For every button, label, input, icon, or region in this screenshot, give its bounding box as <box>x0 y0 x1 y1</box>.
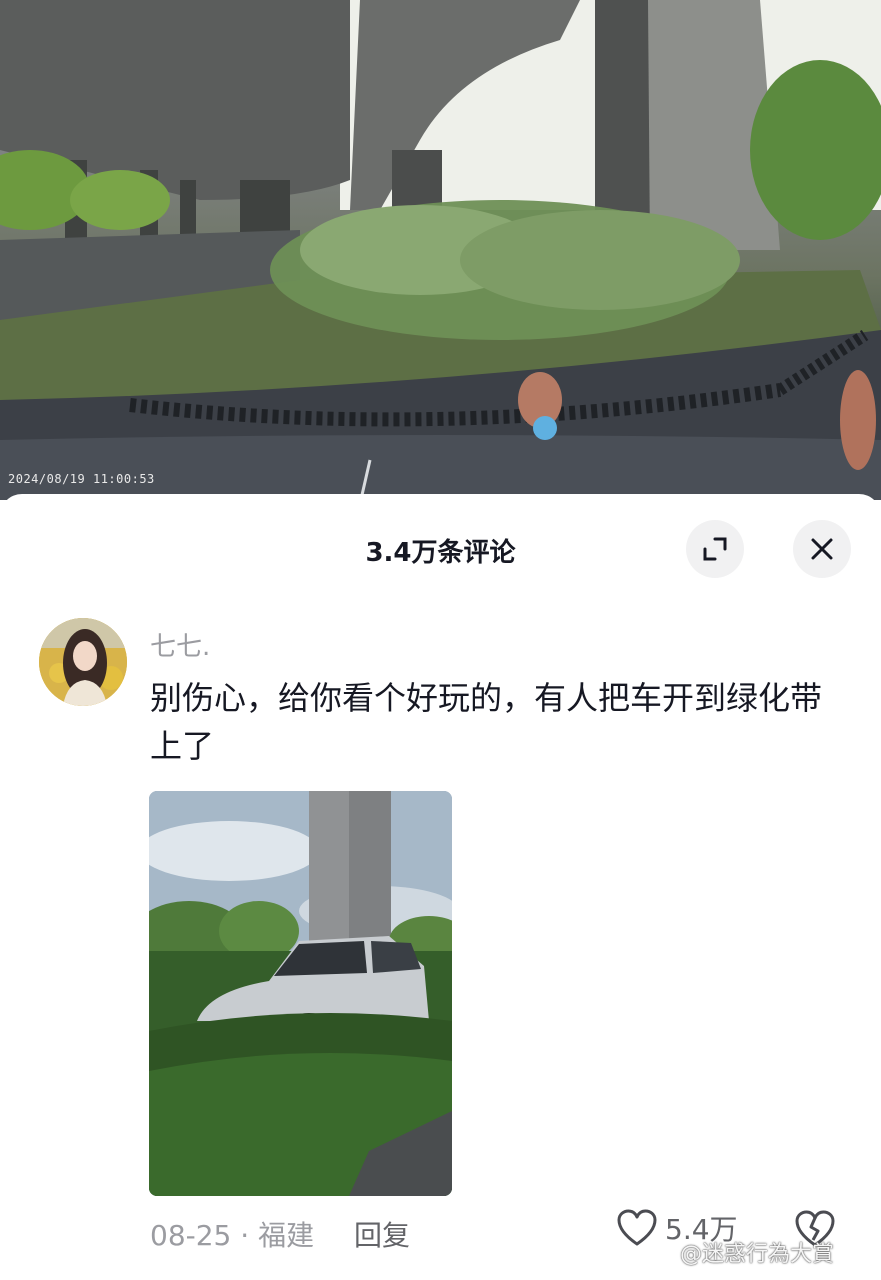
avatar-image <box>39 618 127 706</box>
reply-button[interactable]: 回复 <box>354 1214 410 1254</box>
comment-date-location: 08-25 · 福建 <box>150 1219 315 1252</box>
dashcam-frame <box>0 0 881 500</box>
comment-photo[interactable] <box>149 791 452 1196</box>
comment-sheet: 3.4万条评论 七七. 别伤心，给你看个好玩的，有人把车开到绿化带上了 08-2… <box>0 494 881 1280</box>
video-timestamp: 2024/08/19 11:00:53 <box>8 472 155 486</box>
comment-username[interactable]: 七七. <box>150 626 210 663</box>
watermark: @迷惑行為大賞 <box>680 1242 835 1267</box>
expand-button[interactable] <box>686 520 744 578</box>
car-on-hedge-photo <box>149 791 452 1196</box>
comment-text: 别伤心，给你看个好玩的，有人把车开到绿化带上了 <box>150 679 823 765</box>
avatar[interactable] <box>39 618 127 706</box>
comment-count-title: 3.4万条评论 <box>365 538 516 568</box>
expand-icon <box>703 537 727 561</box>
close-icon <box>811 538 833 560</box>
heart-outline-icon <box>617 1209 657 1246</box>
close-button[interactable] <box>793 520 851 578</box>
video-player[interactable]: 2024/08/19 11:00:53 <box>0 0 881 500</box>
